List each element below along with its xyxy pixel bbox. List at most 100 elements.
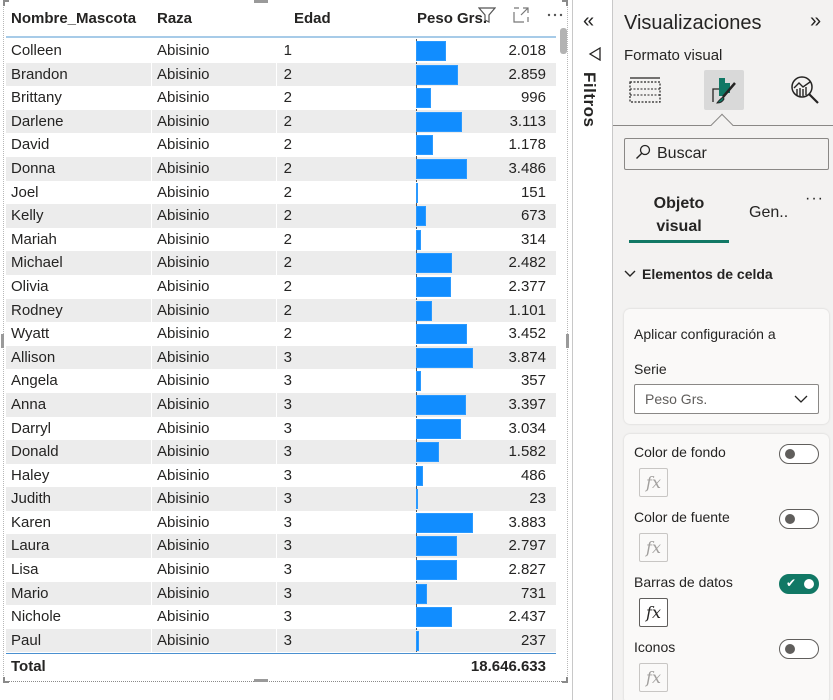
data-bar bbox=[416, 229, 421, 250]
toggle-barras-de-datos[interactable]: ✔ bbox=[779, 574, 819, 594]
filter-icon[interactable] bbox=[476, 4, 498, 26]
tab-general[interactable]: Gen.. bbox=[749, 204, 788, 222]
fx-conditional-format-button[interactable]: fx bbox=[639, 663, 668, 692]
search-input[interactable] bbox=[657, 145, 817, 163]
table-row[interactable]: Nichole Abisinio 3 2.437 bbox=[6, 605, 556, 629]
section-title: Elementos de celda bbox=[642, 266, 773, 282]
cell-separator bbox=[151, 369, 152, 393]
table-row[interactable]: Kelly Abisinio 2 673 bbox=[6, 204, 556, 228]
data-bar bbox=[416, 630, 419, 651]
cell-peso: 2.437 bbox=[508, 608, 546, 626]
tab-objeto-visual-line2: visual bbox=[656, 218, 702, 235]
cell-peso: 3.874 bbox=[508, 348, 546, 366]
search-box[interactable] bbox=[624, 138, 829, 170]
collapse-pane-icon[interactable]: » bbox=[810, 10, 821, 33]
analytics-tab[interactable] bbox=[785, 70, 825, 110]
table-row[interactable]: Donald Abisinio 3 1.582 bbox=[6, 440, 556, 464]
table-row[interactable]: Mario Abisinio 3 731 bbox=[6, 581, 556, 606]
table-row[interactable]: Haley Abisinio 3 486 bbox=[6, 463, 556, 488]
cell-nombre: Karen bbox=[11, 513, 52, 531]
cell-edad: 1 bbox=[283, 42, 292, 59]
toggle-iconos[interactable] bbox=[779, 639, 819, 659]
resize-handle-left[interactable] bbox=[1, 334, 4, 348]
table-row[interactable]: Michael Abisinio 2 2.482 bbox=[6, 251, 556, 275]
table-row[interactable]: Darlene Abisinio 2 3.113 bbox=[6, 109, 556, 134]
filters-label[interactable]: Filtros bbox=[579, 72, 599, 127]
cell-edad: 2 bbox=[283, 254, 292, 272]
table-row[interactable]: Brandon Abisinio 2 2.859 bbox=[6, 62, 556, 87]
data-bar bbox=[416, 324, 467, 345]
table-row[interactable]: Lisa Abisinio 3 2.827 bbox=[6, 558, 556, 582]
cell-peso: 2.018 bbox=[508, 42, 546, 59]
toggle-color-de-fuente[interactable] bbox=[779, 509, 819, 529]
power-bi-report: Nombre_Mascota Raza Edad Peso Grs. Colle… bbox=[0, 0, 833, 700]
table-row[interactable]: Laura Abisinio 3 2.797 bbox=[6, 534, 556, 559]
section-elementos-de-celda[interactable]: Elementos de celda bbox=[624, 266, 773, 282]
cell-edad: 2 bbox=[283, 65, 292, 83]
table-visual[interactable]: Nombre_Mascota Raza Edad Peso Grs. Colle… bbox=[0, 0, 572, 700]
fx-conditional-format-button[interactable]: fx bbox=[639, 468, 668, 497]
cell-separator bbox=[151, 463, 152, 488]
cell-raza: Abisinio bbox=[157, 372, 210, 390]
cell-separator bbox=[151, 605, 152, 629]
more-tabs-icon[interactable]: ··· bbox=[805, 190, 824, 208]
resize-handle-right[interactable] bbox=[566, 334, 569, 348]
active-subtab-indicator bbox=[629, 240, 729, 243]
fx-conditional-format-button[interactable]: fx bbox=[639, 533, 668, 562]
toggle-color-de-fondo[interactable] bbox=[779, 444, 819, 464]
analytics-icon bbox=[791, 76, 819, 104]
toggle-knob bbox=[785, 644, 795, 654]
table-row[interactable]: Angela Abisinio 3 357 bbox=[6, 369, 556, 393]
column-header-nombre[interactable]: Nombre_Mascota bbox=[11, 10, 136, 27]
table-row[interactable]: Paul Abisinio 3 237 bbox=[6, 628, 556, 653]
filters-pane: « Filtros bbox=[572, 0, 613, 700]
toggle-knob bbox=[785, 514, 795, 524]
cell-nombre: Colleen bbox=[11, 42, 62, 59]
toggle-knob bbox=[804, 579, 814, 589]
resize-handle-bottom[interactable] bbox=[254, 679, 268, 682]
cell-separator bbox=[151, 109, 152, 134]
more-options-icon[interactable] bbox=[544, 4, 566, 26]
table-row[interactable]: Joel Abisinio 2 151 bbox=[6, 180, 556, 205]
table-row[interactable]: Brittany Abisinio 2 996 bbox=[6, 86, 556, 110]
column-header-raza[interactable]: Raza bbox=[157, 10, 192, 27]
table-row[interactable]: Karen Abisinio 3 3.883 bbox=[6, 510, 556, 535]
cell-nombre: Mario bbox=[11, 584, 49, 602]
fx-conditional-format-button[interactable]: fx bbox=[639, 598, 668, 627]
build-visual-tab[interactable] bbox=[625, 70, 665, 110]
cell-edad: 2 bbox=[283, 301, 292, 319]
cell-raza: Abisinio bbox=[157, 112, 210, 130]
table-row[interactable]: David Abisinio 2 1.178 bbox=[6, 133, 556, 157]
focus-mode-icon[interactable] bbox=[510, 4, 532, 26]
data-bar bbox=[416, 347, 473, 368]
table-row[interactable]: Olivia Abisinio 2 2.377 bbox=[6, 274, 556, 299]
cell-edad: 3 bbox=[283, 443, 292, 461]
cell-edad: 2 bbox=[283, 159, 292, 177]
column-header-edad[interactable]: Edad bbox=[294, 10, 331, 27]
table-row[interactable]: Rodney Abisinio 2 1.101 bbox=[6, 298, 556, 323]
tab-objeto-visual[interactable]: Objeto visual bbox=[629, 192, 729, 238]
format-subtabs: Objeto visual Gen.. ··· bbox=[613, 190, 833, 250]
table-row[interactable]: Wyatt Abisinio 2 3.452 bbox=[6, 322, 556, 346]
data-bar bbox=[416, 206, 426, 227]
data-bar bbox=[416, 489, 418, 510]
cell-peso: 2.482 bbox=[508, 254, 546, 272]
format-visual-tab[interactable] bbox=[704, 70, 744, 110]
table-row[interactable]: Anna Abisinio 3 3.397 bbox=[6, 392, 556, 417]
cell-nombre: Judith bbox=[11, 490, 52, 508]
table-row[interactable]: Darryl Abisinio 3 3.034 bbox=[6, 416, 556, 441]
resize-corner-bottom-right[interactable] bbox=[562, 677, 568, 683]
cell-nombre: Kelly bbox=[11, 207, 44, 225]
tab-objeto-visual-line1: Objeto bbox=[653, 195, 705, 212]
table-row[interactable]: Judith Abisinio 3 23 bbox=[6, 487, 556, 511]
cell-edad: 3 bbox=[283, 372, 292, 390]
table-row[interactable]: Donna Abisinio 2 3.486 bbox=[6, 156, 556, 181]
table-row[interactable]: Colleen Abisinio 1 2.018 bbox=[6, 39, 556, 63]
cell-raza: Abisinio bbox=[157, 136, 210, 154]
table-row[interactable]: Mariah Abisinio 2 314 bbox=[6, 227, 556, 252]
vertical-scrollbar[interactable] bbox=[560, 28, 567, 54]
expand-filters-icon[interactable]: « bbox=[583, 10, 594, 33]
cell-raza: Abisinio bbox=[157, 608, 210, 626]
serie-dropdown[interactable]: Peso Grs. bbox=[634, 384, 819, 414]
table-row[interactable]: Allison Abisinio 3 3.874 bbox=[6, 345, 556, 370]
